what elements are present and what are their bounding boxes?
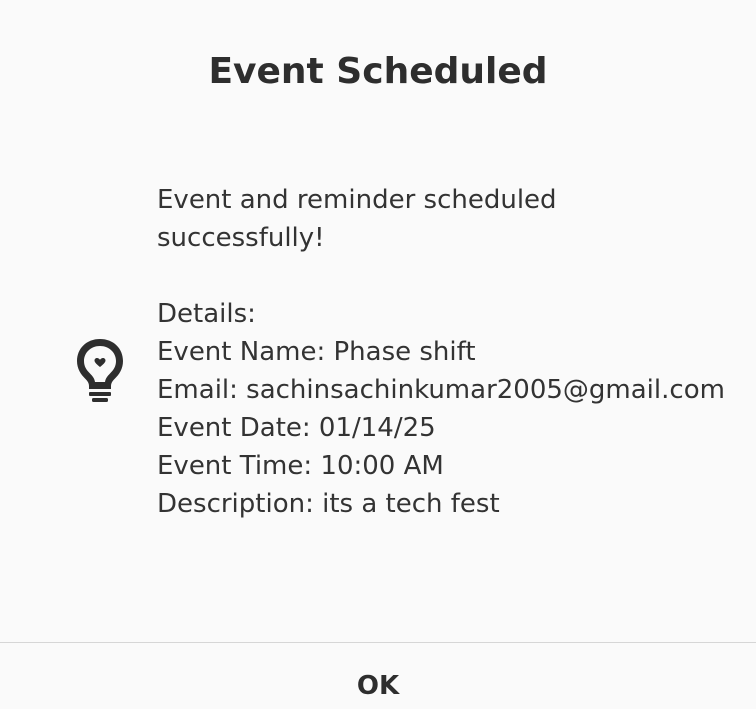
message-line: Event and reminder scheduled: [157, 185, 557, 215]
event-time-text: Event Time: 10:00 AM: [157, 451, 444, 481]
event-date-text: Event Date: 01/14/25: [157, 413, 436, 443]
event-scheduled-dialog: Event Scheduled Event and reminder sched…: [0, 0, 756, 709]
lightbulb-icon: [74, 336, 126, 404]
dialog-title: Event Scheduled: [208, 51, 548, 92]
email-text: Email: sachinsachinkumar2005@gmail.com: [157, 375, 725, 405]
message-line: successfully!: [157, 223, 325, 253]
description-text: Description: its a tech fest: [157, 489, 500, 519]
details-label: Details:: [157, 299, 256, 329]
event-name-text: Event Name: Phase shift: [157, 337, 476, 367]
dialog-message: Event and reminder scheduled successfull…: [157, 181, 737, 523]
ok-button[interactable]: OK: [0, 643, 756, 709]
